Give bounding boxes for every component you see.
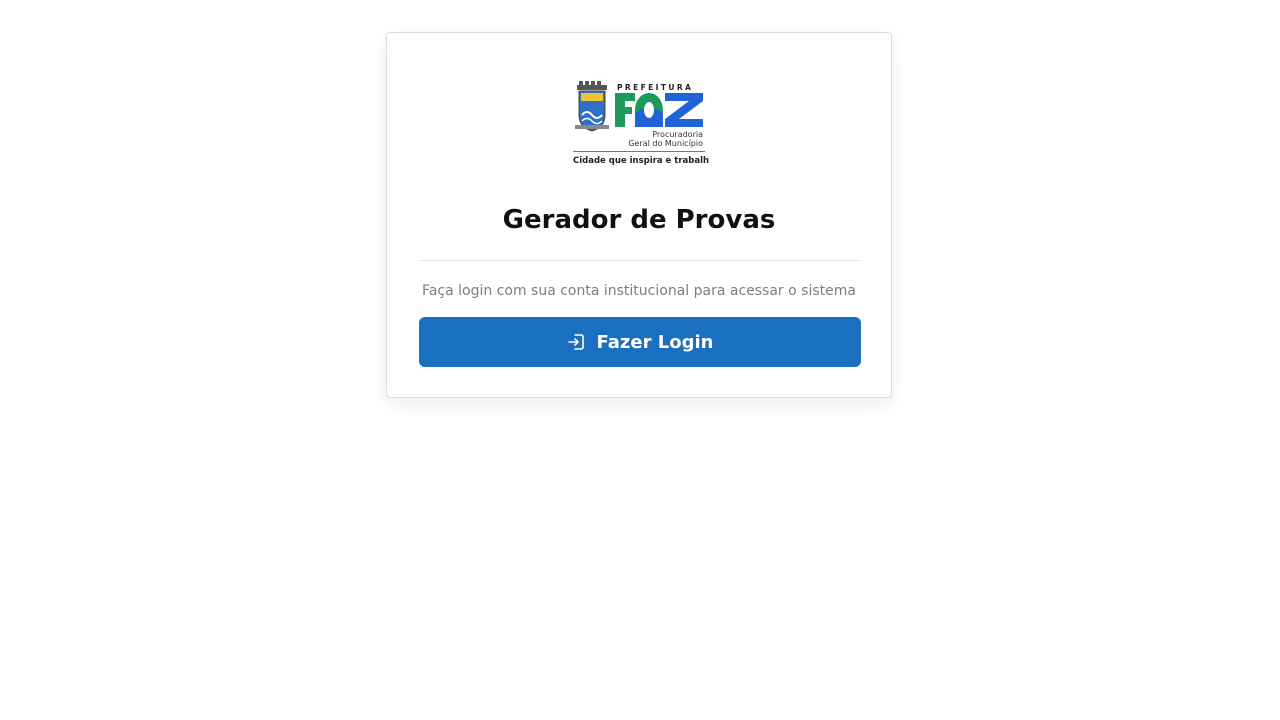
prefeitura-foz-logo: PREFEITURA Procuradoria Geral do Municíp… xyxy=(573,79,709,169)
login-card: PREFEITURA Procuradoria Geral do Municíp… xyxy=(386,32,892,398)
login-button-label: Fazer Login xyxy=(596,331,714,353)
foz-wordmark xyxy=(615,93,703,127)
logo-line1-text: Procuradoria xyxy=(652,130,703,139)
divider xyxy=(419,260,861,261)
page-title: Gerador de Provas xyxy=(502,205,776,235)
login-icon xyxy=(567,333,585,351)
logo-line2-text: Geral do Município xyxy=(628,139,703,148)
logo-prefeitura-text: PREFEITURA xyxy=(617,83,693,92)
login-instructions: Faça login com sua conta institucional p… xyxy=(422,283,856,299)
coat-of-arms-icon xyxy=(575,81,609,132)
login-button[interactable]: Fazer Login xyxy=(419,317,861,367)
logo-tagline-text: Cidade que inspira e trabalha xyxy=(573,156,709,166)
